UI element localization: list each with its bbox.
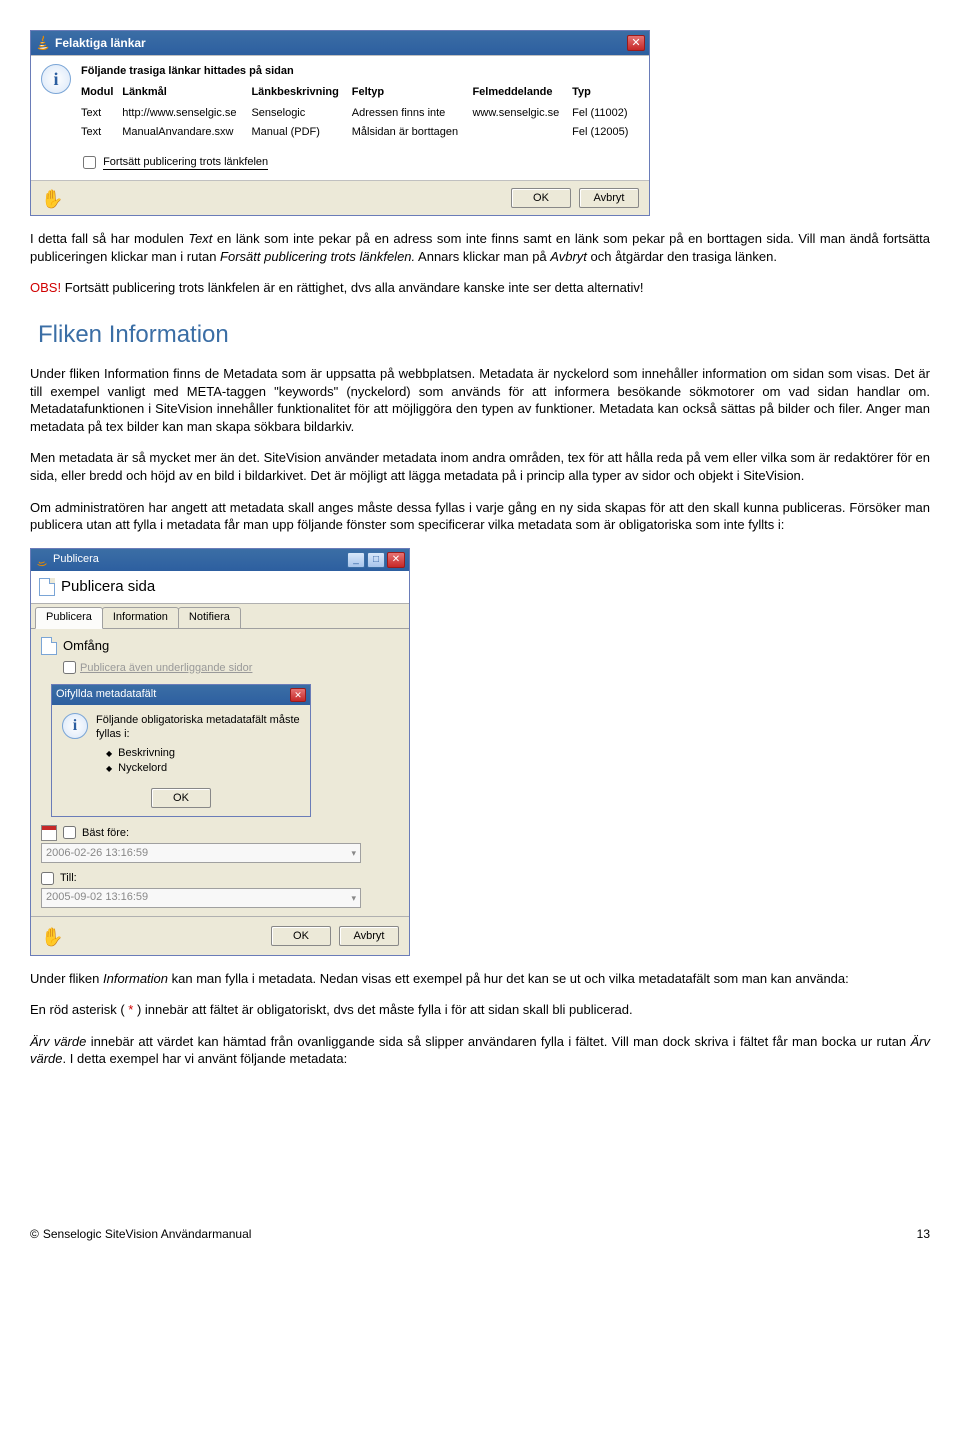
- dialog-title: Felaktiga länkar: [55, 35, 627, 51]
- publish-dialog: Publicera _ □ ✕ Publicera sida Publicera…: [30, 548, 410, 956]
- minimize-icon[interactable]: _: [347, 552, 365, 568]
- continue-checkbox[interactable]: [83, 156, 96, 169]
- paragraph: Men metadata är så mycket mer än det. Si…: [30, 449, 930, 484]
- chevron-down-icon[interactable]: ▾: [351, 847, 356, 859]
- java-icon: [35, 553, 49, 567]
- paragraph: Om administratören har angett att metada…: [30, 499, 930, 534]
- missing-fields-list: Beskrivning Nyckelord: [106, 746, 300, 776]
- table-row[interactable]: Text ManualAnvandare.sxw Manual (PDF) Må…: [81, 123, 639, 142]
- section-heading-information: Fliken Information: [38, 319, 930, 351]
- tab-notifiera[interactable]: Notifiera: [178, 607, 241, 628]
- paragraph: I detta fall så har modulen Text en länk…: [30, 230, 930, 265]
- publish-subpages-checkbox[interactable]: [63, 661, 76, 674]
- footer-text: Senselogic SiteVision Användarmanual: [43, 1226, 252, 1242]
- page-footer: © Senselogic SiteVision Användarmanual 1…: [0, 1222, 960, 1252]
- paragraph: En röd asterisk ( * ) innebär att fältet…: [30, 1001, 930, 1019]
- hand-icon: ✋: [41, 187, 63, 209]
- col-typ: Typ: [572, 83, 639, 104]
- best-before-field[interactable]: 2006-02-26 13:16:59▾: [41, 843, 361, 863]
- titlebar[interactable]: Oifyllda metadatafält ✕: [52, 685, 310, 705]
- ok-button[interactable]: OK: [151, 788, 211, 808]
- table-row[interactable]: Text http://www.senselgic.se Senselogic …: [81, 104, 639, 123]
- hand-icon: ✋: [41, 925, 63, 947]
- continue-despite-errors[interactable]: Fortsätt publicering trots länkfelen: [83, 155, 639, 170]
- info-icon: i: [41, 64, 71, 94]
- info-icon: i: [62, 713, 88, 739]
- section-omfang: Omfång: [41, 637, 399, 655]
- tab-publicera[interactable]: Publicera: [35, 607, 103, 629]
- paragraph: Under fliken Information finns de Metada…: [30, 365, 930, 435]
- cancel-button[interactable]: Avbryt: [339, 926, 399, 946]
- maximize-icon[interactable]: □: [367, 552, 385, 568]
- close-icon[interactable]: ✕: [290, 688, 306, 702]
- till-field[interactable]: 2005-09-02 13:16:59▾: [41, 888, 361, 908]
- till-row: Till:: [41, 871, 399, 886]
- titlebar[interactable]: Felaktiga länkar ✕: [31, 31, 649, 55]
- publish-subpages[interactable]: Publicera även underliggande sidor: [63, 661, 399, 676]
- list-item: Nyckelord: [106, 761, 300, 776]
- document-icon: [41, 637, 57, 655]
- col-felmed: Felmeddelande: [472, 83, 572, 104]
- list-item: Beskrivning: [106, 746, 300, 761]
- best-before-row: Bäst före:: [41, 825, 399, 841]
- close-icon[interactable]: ✕: [387, 552, 405, 568]
- paragraph: Ärv värde innebär att värdet kan hämtad …: [30, 1033, 930, 1068]
- obs-warning: OBS! Fortsätt publicering trots länkfele…: [30, 279, 930, 297]
- col-modul: Modul: [81, 83, 122, 104]
- col-feltyp: Feltyp: [352, 83, 473, 104]
- col-lankmal: Länkmål: [122, 83, 251, 104]
- ok-button[interactable]: OK: [271, 926, 331, 946]
- col-beskr: Länkbeskrivning: [251, 83, 351, 104]
- nested-msg: Följande obligatoriska metadatafält måst…: [96, 713, 300, 743]
- till-checkbox[interactable]: [41, 872, 54, 885]
- calendar-icon: [41, 825, 57, 841]
- page-number: 13: [917, 1226, 930, 1242]
- broken-links-table: Modul Länkmål Länkbeskrivning Feltyp Fel…: [81, 83, 639, 142]
- document-icon: [39, 578, 55, 596]
- dialog-header: Publicera sida: [31, 571, 409, 604]
- ok-button[interactable]: OK: [511, 188, 571, 208]
- titlebar[interactable]: Publicera _ □ ✕: [31, 549, 409, 571]
- cancel-button[interactable]: Avbryt: [579, 188, 639, 208]
- close-icon[interactable]: ✕: [627, 35, 645, 51]
- java-icon: [35, 35, 51, 51]
- chevron-down-icon[interactable]: ▾: [351, 892, 356, 904]
- copyright-icon: ©: [30, 1226, 39, 1242]
- tab-information[interactable]: Information: [102, 607, 179, 628]
- tabs: Publicera Information Notifiera: [31, 604, 409, 629]
- paragraph: Under fliken Information kan man fylla i…: [30, 970, 930, 988]
- best-before-checkbox[interactable]: [63, 826, 76, 839]
- broken-links-dialog: Felaktiga länkar ✕ i Följande trasiga lä…: [30, 30, 650, 216]
- dialog-title: Publicera: [53, 552, 345, 567]
- dialog-intro: Följande trasiga länkar hittades på sida…: [81, 64, 639, 79]
- unfilled-metadata-dialog: Oifyllda metadatafält ✕ i Följande oblig…: [51, 684, 311, 817]
